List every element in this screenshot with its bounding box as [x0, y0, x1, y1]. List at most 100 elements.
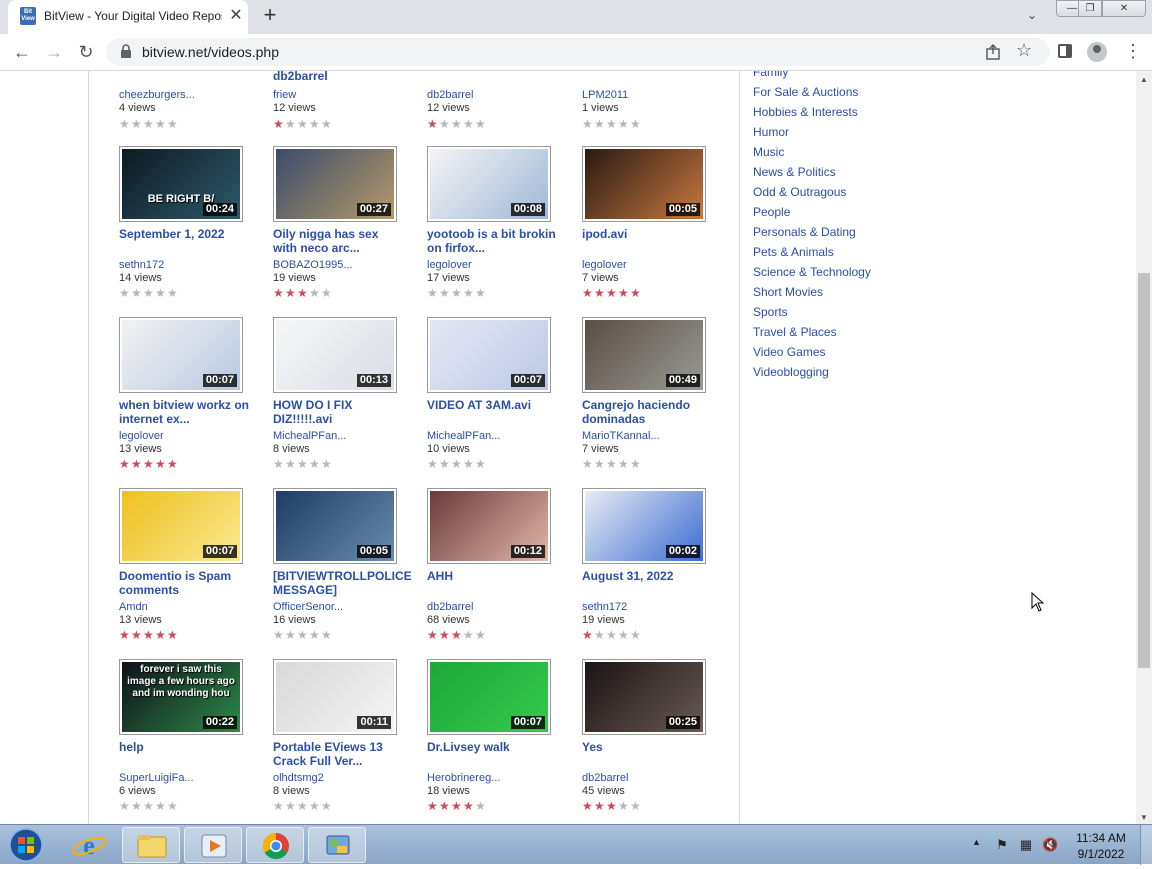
lock-icon[interactable] — [120, 44, 132, 58]
url-text[interactable]: bitview.net/videos.php — [142, 44, 279, 60]
category-link[interactable]: Family — [753, 71, 953, 82]
video-title-link[interactable]: db2barrel — [273, 71, 328, 83]
scrollbar-thumb[interactable] — [1138, 273, 1150, 668]
video-title-link[interactable]: Cangrejo haciendo dominadas — [582, 398, 712, 426]
show-hidden-icons-arrow-icon[interactable]: ▲ — [972, 837, 981, 847]
forward-arrow-icon[interactable]: → — [42, 41, 66, 63]
video-thumbnail[interactable]: 00:07 — [119, 488, 243, 564]
video-uploader-link[interactable]: SuperLuigiFa... — [119, 772, 194, 784]
control-panel-taskbar-icon[interactable] — [308, 827, 366, 863]
category-link[interactable]: Pets & Animals — [753, 242, 953, 262]
scroll-up-arrow-icon[interactable]: ▲ — [1140, 75, 1148, 84]
video-thumbnail[interactable]: 00:05 — [273, 488, 397, 564]
video-uploader-link[interactable]: legolover — [119, 430, 164, 442]
share-icon[interactable] — [984, 43, 1002, 61]
video-uploader-link[interactable]: BOBAZO1995... — [273, 259, 352, 271]
window-close-button[interactable]: ✕ — [1102, 0, 1146, 17]
category-link[interactable]: Music — [753, 142, 953, 162]
video-thumbnail[interactable]: 00:27 — [273, 146, 397, 222]
video-title-link[interactable]: [BITVIEWTROLLPOLICE MESSAGE] — [273, 569, 412, 597]
video-title-link[interactable]: help — [119, 740, 249, 754]
back-arrow-icon[interactable]: ← — [10, 41, 34, 63]
browser-tab[interactable]: Bit View BitView - Your Digital Video Re… — [8, 0, 248, 34]
category-link[interactable]: News & Politics — [753, 162, 953, 182]
video-thumbnail[interactable]: 00:25 — [582, 659, 706, 735]
video-thumbnail[interactable]: 00:07 — [427, 317, 551, 393]
category-link[interactable]: Short Movies — [753, 282, 953, 302]
video-title-link[interactable]: yootoob is a bit brokin on firfox... — [427, 227, 557, 255]
address-bar[interactable]: bitview.net/videos.php ☆ — [106, 38, 1050, 66]
start-orb-icon[interactable] — [4, 826, 48, 864]
video-thumbnail[interactable]: 00:12 — [427, 488, 551, 564]
video-uploader-link[interactable]: MarioTKannal... — [582, 430, 660, 442]
video-thumbnail[interactable]: 00:11 — [273, 659, 397, 735]
video-title-link[interactable]: AHH — [427, 569, 557, 583]
video-thumbnail[interactable]: 00:07 — [427, 659, 551, 735]
video-title-link[interactable]: Portable EViews 13 Crack Full Ver... — [273, 740, 403, 768]
video-thumbnail[interactable]: 00:49 — [582, 317, 706, 393]
video-uploader-link[interactable]: MichealPFan... — [427, 430, 500, 442]
category-link[interactable]: Humor — [753, 122, 953, 142]
video-uploader-link[interactable]: legolover — [427, 259, 472, 271]
video-uploader-link[interactable]: legolover — [582, 259, 627, 271]
category-link[interactable]: Hobbies & Interests — [753, 102, 953, 122]
video-uploader-link[interactable]: db2barrel — [427, 601, 473, 613]
video-uploader-link[interactable]: Herobrinereg... — [427, 772, 500, 784]
video-title-link[interactable]: Doomentio is Spam comments — [119, 569, 249, 597]
volume-muted-icon[interactable]: 🔇 — [1042, 837, 1058, 853]
video-thumbnail[interactable]: 00:08 — [427, 146, 551, 222]
more-menu-icon[interactable]: ⋮ — [1124, 41, 1142, 62]
video-thumbnail[interactable]: BE RIGHT B/00:24 — [119, 146, 243, 222]
video-title-link[interactable]: Oily nigga has sex with neco arc... — [273, 227, 403, 255]
chrome-taskbar-icon[interactable] — [246, 827, 304, 863]
category-link[interactable]: Science & Technology — [753, 262, 953, 282]
show-desktop-button[interactable] — [1140, 825, 1152, 865]
video-title-link[interactable]: Yes — [582, 740, 712, 754]
category-link[interactable]: Personals & Dating — [753, 222, 953, 242]
internet-explorer-taskbar-icon[interactable]: e — [60, 827, 118, 863]
window-maximize-button[interactable]: ❐ — [1078, 0, 1102, 17]
video-thumbnail[interactable]: forever i saw this image a few hours ago… — [119, 659, 243, 735]
bookmark-star-icon[interactable]: ☆ — [1016, 40, 1032, 61]
media-player-taskbar-icon[interactable] — [184, 827, 242, 863]
video-thumbnail[interactable]: 00:07 — [119, 317, 243, 393]
video-uploader-link[interactable]: db2barrel — [427, 89, 473, 101]
video-uploader-link[interactable]: OfficerSenor... — [273, 601, 343, 613]
category-link[interactable]: People — [753, 202, 953, 222]
file-explorer-taskbar-icon[interactable] — [122, 827, 180, 863]
video-uploader-link[interactable]: LPM2011 — [582, 89, 628, 101]
tab-close-icon[interactable]: ✕ — [226, 6, 246, 26]
video-uploader-link[interactable]: MichealPFan... — [273, 430, 346, 442]
scroll-down-arrow-icon[interactable]: ▼ — [1140, 813, 1148, 822]
clock-date[interactable]: 9/1/2022 — [1068, 847, 1134, 861]
video-title-link[interactable]: HOW DO I FIX DIZ!!!!!.avi — [273, 398, 403, 426]
profile-avatar-icon[interactable] — [1087, 42, 1107, 62]
category-link[interactable]: Odd & Outragous — [753, 182, 953, 202]
action-center-flag-icon[interactable]: ⚑ — [994, 837, 1010, 853]
clock-time[interactable]: 11:34 AM — [1068, 831, 1134, 845]
video-title-link[interactable]: August 31, 2022 — [582, 569, 712, 583]
video-uploader-link[interactable]: Amdn — [119, 601, 148, 613]
video-title-link[interactable]: September 1, 2022 — [119, 227, 249, 241]
category-link[interactable]: Videoblogging — [753, 362, 953, 382]
video-thumbnail[interactable]: 00:02 — [582, 488, 706, 564]
category-link[interactable]: For Sale & Auctions — [753, 82, 953, 102]
video-uploader-link[interactable]: sethn172 — [119, 259, 164, 271]
reload-icon[interactable]: ↻ — [74, 41, 98, 63]
video-uploader-link[interactable]: sethn172 — [582, 601, 627, 613]
video-thumbnail[interactable]: 00:05 — [582, 146, 706, 222]
side-panel-icon[interactable] — [1058, 44, 1072, 58]
new-tab-button[interactable]: + — [258, 4, 282, 28]
video-uploader-link[interactable]: olhdtsmg2 — [273, 772, 324, 784]
video-uploader-link[interactable]: friew — [273, 89, 296, 101]
network-icon[interactable]: ▦ — [1018, 837, 1034, 853]
category-link[interactable]: Travel & Places — [753, 322, 953, 342]
video-title-link[interactable]: ipod.avi — [582, 227, 712, 241]
video-uploader-link[interactable]: db2barrel — [582, 772, 628, 784]
category-link[interactable]: Video Games — [753, 342, 953, 362]
video-thumbnail[interactable]: 00:13 — [273, 317, 397, 393]
category-link[interactable]: Sports — [753, 302, 953, 322]
tab-search-chevron-icon[interactable]: ⌄ — [1022, 8, 1042, 28]
video-uploader-link[interactable]: cheezburgers... — [119, 89, 195, 101]
page-scrollbar[interactable]: ▲ ▼ — [1136, 71, 1152, 824]
